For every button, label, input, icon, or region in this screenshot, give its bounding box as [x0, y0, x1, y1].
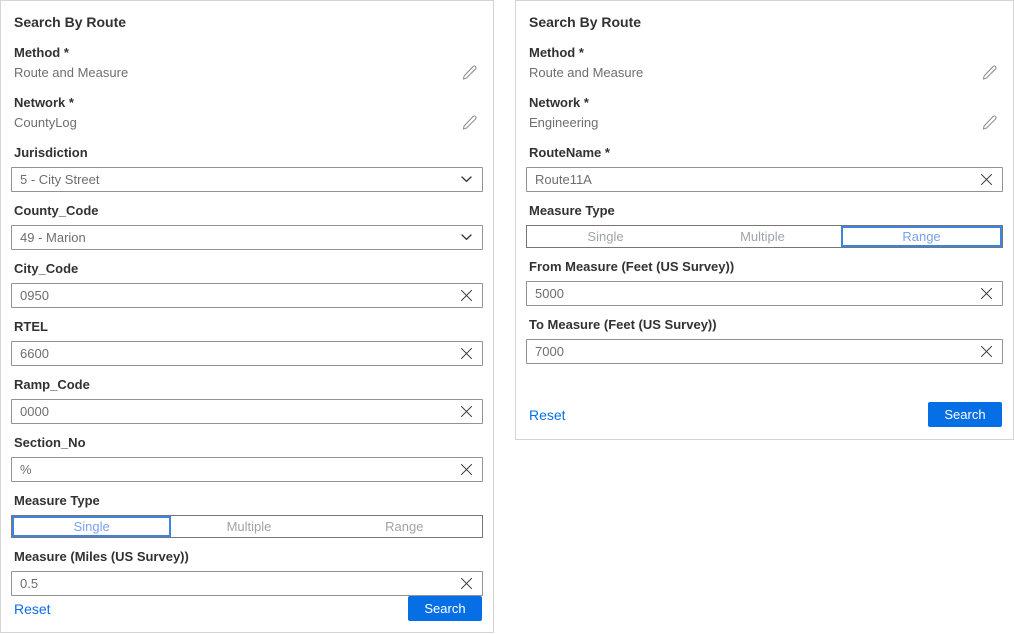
field-label-measure-type: Measure Type	[14, 493, 480, 509]
field-label-method: Method *	[14, 45, 480, 61]
reset-link[interactable]: Reset	[14, 601, 51, 617]
text-field-city-code	[11, 283, 483, 308]
segmented-control-measure-type: SingleMultipleRange	[11, 515, 483, 538]
field-label-city-code: City_Code	[14, 261, 480, 277]
segmented-option-multiple[interactable]: Multiple	[171, 516, 326, 537]
text-field-to-measure-feet-us-survey	[526, 339, 1003, 364]
field-value: Route and Measure	[529, 64, 643, 81]
segmented-option-range[interactable]: Range	[327, 516, 482, 537]
close-icon	[980, 287, 993, 300]
fields-container: Method * Route and Measure Network * County…	[11, 31, 483, 596]
chevron-down-icon	[461, 234, 472, 241]
page-title: Search By Route	[529, 13, 1000, 31]
panel-footer: Reset Search	[11, 596, 483, 621]
field-label-network: Network *	[14, 95, 480, 111]
reset-link[interactable]: Reset	[529, 407, 566, 423]
search-panel-left: Search By Route Method * Route and Measur…	[0, 0, 494, 633]
text-field-ramp-code	[11, 399, 483, 424]
text-input-section-no[interactable]	[12, 462, 450, 477]
clear-button[interactable]	[970, 340, 1002, 363]
close-icon	[460, 463, 473, 476]
segmented-option-single[interactable]: Single	[12, 516, 171, 537]
field-label-jurisdiction: Jurisdiction	[14, 145, 480, 161]
field-label-network: Network *	[529, 95, 1000, 111]
field-label-from-measure-feet-us-survey: From Measure (Feet (US Survey))	[529, 259, 1000, 275]
clear-button[interactable]	[450, 284, 482, 307]
field-label-method: Method *	[529, 45, 1000, 61]
close-icon	[460, 347, 473, 360]
select-input-jurisdiction[interactable]: 5 - City Street	[11, 167, 483, 192]
close-icon	[460, 405, 473, 418]
edit-button[interactable]	[459, 114, 480, 131]
clear-button[interactable]	[450, 572, 482, 595]
clear-button[interactable]	[450, 342, 482, 365]
field-method: Route and Measure	[529, 64, 1000, 81]
clear-button[interactable]	[970, 168, 1002, 191]
text-input-routename[interactable]	[527, 172, 970, 187]
text-input-city-code[interactable]	[12, 288, 450, 303]
text-input-measure-miles-us-survey[interactable]	[12, 576, 450, 591]
select-input-county-code[interactable]: 49 - Marion	[11, 225, 483, 250]
field-label-ramp-code: Ramp_Code	[14, 377, 480, 393]
text-field-rtel	[11, 341, 483, 366]
field-label-measure-miles-us-survey: Measure (Miles (US Survey))	[14, 549, 480, 565]
select-value: 49 - Marion	[20, 230, 86, 245]
page-title: Search By Route	[14, 13, 480, 31]
field-label-routename: RouteName *	[529, 145, 1000, 161]
close-icon	[980, 345, 993, 358]
segmented-option-range[interactable]: Range	[841, 226, 1002, 247]
close-icon	[460, 577, 473, 590]
segmented-option-single[interactable]: Single	[527, 226, 684, 247]
fields-container: Method * Route and Measure Network * Engine…	[526, 31, 1003, 364]
text-input-to-measure-feet-us-survey[interactable]	[527, 344, 970, 359]
text-input-ramp-code[interactable]	[12, 404, 450, 419]
edit-button[interactable]	[459, 64, 480, 81]
close-icon	[460, 289, 473, 302]
field-value: CountyLog	[14, 114, 77, 131]
text-input-rtel[interactable]	[12, 346, 450, 361]
search-button[interactable]: Search	[928, 402, 1002, 427]
clear-button[interactable]	[450, 458, 482, 481]
segmented-option-multiple[interactable]: Multiple	[684, 226, 841, 247]
pencil-icon	[981, 114, 998, 131]
pencil-icon	[461, 64, 478, 81]
text-field-section-no	[11, 457, 483, 482]
text-field-routename	[526, 167, 1003, 192]
field-label-county-code: County_Code	[14, 203, 480, 219]
text-field-from-measure-feet-us-survey	[526, 281, 1003, 306]
field-network: Engineering	[529, 114, 1000, 131]
field-label-section-no: Section_No	[14, 435, 480, 451]
edit-button[interactable]	[979, 114, 1000, 131]
close-icon	[980, 173, 993, 186]
clear-button[interactable]	[450, 400, 482, 423]
select-value: 5 - City Street	[20, 172, 99, 187]
field-network: CountyLog	[14, 114, 480, 131]
field-method: Route and Measure	[14, 64, 480, 81]
field-label-rtel: RTEL	[14, 319, 480, 335]
segmented-control-measure-type: SingleMultipleRange	[526, 225, 1003, 248]
search-panel-right: Search By Route Method * Route and Measur…	[515, 0, 1014, 440]
chevron-down-icon	[461, 176, 472, 183]
field-label-measure-type: Measure Type	[529, 203, 1000, 219]
edit-button[interactable]	[979, 64, 1000, 81]
panel-footer: Reset Search	[526, 402, 1003, 427]
pencil-icon	[461, 114, 478, 131]
pencil-icon	[981, 64, 998, 81]
text-input-from-measure-feet-us-survey[interactable]	[527, 286, 970, 301]
field-value: Engineering	[529, 114, 598, 131]
field-value: Route and Measure	[14, 64, 128, 81]
clear-button[interactable]	[970, 282, 1002, 305]
text-field-measure-miles-us-survey	[11, 571, 483, 596]
field-label-to-measure-feet-us-survey: To Measure (Feet (US Survey))	[529, 317, 1000, 333]
search-button[interactable]: Search	[408, 596, 482, 621]
